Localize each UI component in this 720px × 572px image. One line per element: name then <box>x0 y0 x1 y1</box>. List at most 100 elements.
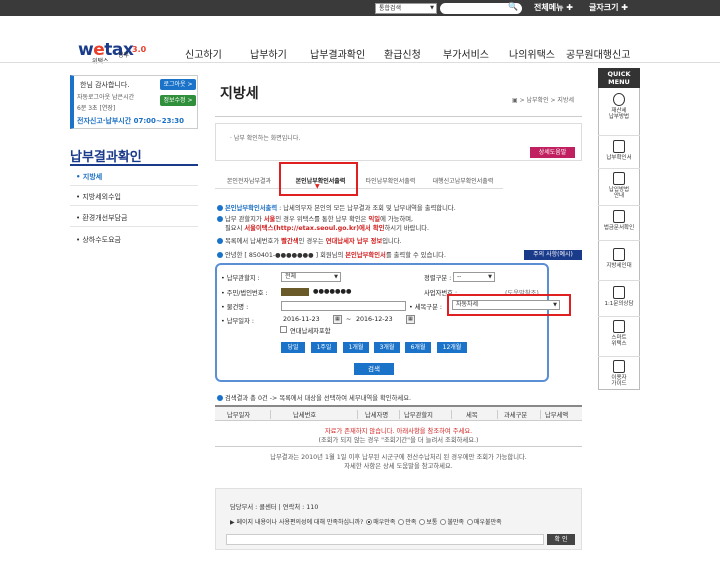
nav-result[interactable]: 납부결과확인 <box>310 46 365 61</box>
quick-item-user-guide[interactable]: 이용자 가이드 <box>598 360 640 387</box>
bullet-line-4: 안녕한 [ 850401-●●●●●●● ] 회원님의 본인납부확인서를 출력할… <box>217 250 446 259</box>
left-separator <box>70 205 198 206</box>
result-table-header: 납부일자 납세번호 납세자명 납부관할지 세목 과세구분 납부세액 <box>215 405 582 421</box>
quick-item-doc-verify[interactable]: 법금문서확인 <box>598 210 640 231</box>
quick-item-smart-wetax[interactable]: 스마트 위택스 <box>598 320 640 347</box>
nav-pay[interactable]: 납부하기 <box>250 46 287 61</box>
survey-question-row: ▶ 페이지 내용이나 사용편의성에 대해 만족하십니까? 매우만족 만족 보통 불만족 매… <box>230 517 502 526</box>
calendar-icon[interactable]: ▦ <box>333 315 342 324</box>
radio-very-satisfied[interactable] <box>366 519 373 525</box>
jurisdiction-select[interactable]: 전체 <box>281 272 341 282</box>
paydate-label: • 납부일자 : <box>221 318 255 325</box>
bullet-icon <box>217 252 223 258</box>
quick-item-inquiry[interactable]: 1:1문의상담 <box>598 286 640 307</box>
radio-very-unsatisfied[interactable] <box>467 519 474 525</box>
radio-satisfied-label: 만족 <box>405 519 417 526</box>
font-size-link[interactable]: 글자크기 ✚ <box>589 2 628 13</box>
nav-extra[interactable]: 부가서비스 <box>443 46 489 61</box>
search-icon[interactable]: 🔍 <box>508 2 518 11</box>
bullet-3-part-e: 입니다. <box>382 238 402 245</box>
quick-item-label: 이용자 가이드 <box>611 375 627 387</box>
sort-select[interactable]: -- <box>453 272 495 282</box>
quick-item-payment-cert[interactable]: 납부확인서 <box>598 140 640 161</box>
search-button[interactable]: 검색 <box>354 363 394 375</box>
quick-separator <box>598 280 640 281</box>
period-1month-button[interactable]: 1개월 <box>343 342 369 353</box>
result-divider <box>215 446 582 447</box>
quick-separator <box>598 240 640 241</box>
date-to-input[interactable]: 2016-12-23 <box>356 316 393 323</box>
logout-timer-label: 자동로그아웃 남은시간 <box>77 94 135 101</box>
nav-refund[interactable]: 환급신청 <box>384 46 421 61</box>
radio-satisfied[interactable] <box>398 519 405 525</box>
bullet-4-part-a: 안녕한 [ 850401-●●●●●●● ] 회원님의 <box>225 252 346 259</box>
logo-w: w <box>78 40 94 60</box>
radio-unsatisfied-label: 불만족 <box>447 519 465 526</box>
quick-item-property-tax[interactable]: 재산세 납부방법 <box>598 93 640 120</box>
quick-item-local-tax-book[interactable]: 지방세인대 <box>598 248 640 269</box>
bullet-2-part-c: 인 경우 위택스를 통한 납부 확인은 <box>275 216 369 223</box>
bullet-3-part-c: 인 경우는 <box>298 238 326 245</box>
bullet-2b-part-a: 필요시 <box>225 225 245 232</box>
bullet-icon <box>217 395 223 401</box>
tab-other-certificate[interactable]: 타인납부확인서출력 <box>358 174 423 189</box>
login-box: 한님 감사합니다. 자동로그아웃 남은시간 6분 3초 [연장] 전자신고·납부… <box>70 75 198 129</box>
nav-divider <box>0 62 720 63</box>
tab-agent-certificate[interactable]: 대행신고납부확인서출력 <box>423 174 503 189</box>
period-1week-button[interactable]: 1주일 <box>311 342 337 353</box>
guide-icon <box>613 172 625 185</box>
left-item-environment[interactable]: • 환경개선부담금 <box>76 213 127 223</box>
bullet-line-3: 목록에서 납세번호가 빨간색인 경우는 연대납세자 납부 정보입니다. <box>217 236 402 245</box>
logout-button[interactable]: 로그아웃 > <box>160 79 196 90</box>
period-today-button[interactable]: 당일 <box>281 342 305 353</box>
bullet-2b-link[interactable]: 서울이택스(http://etax.seoul.go.kr)에서 확인 <box>244 225 384 232</box>
nav-official[interactable]: 공무원대행신고 <box>566 46 630 61</box>
col-paydate: 납부일자 <box>227 412 251 419</box>
left-item-nontax[interactable]: • 지방세외수입 <box>76 192 121 202</box>
date-tilde: ~ <box>346 316 352 323</box>
notice-button[interactable]: 주의 사항(예시) <box>524 250 582 260</box>
survey-question: ▶ 페이지 내용이나 사용편의성에 대해 만족하십니까? <box>230 519 364 526</box>
item-input[interactable] <box>281 301 406 311</box>
bullet-4-cert: 본인납부확인서 <box>345 252 386 259</box>
all-menu-link[interactable]: 전체메뉴 ✚ <box>534 2 573 13</box>
radio-neutral[interactable] <box>419 519 426 525</box>
survey-comment-input[interactable] <box>226 534 544 545</box>
jurisdiction-label: • 납부관할지 : <box>221 275 260 282</box>
breadcrumb: ▣ > 납부확인 > 지방세 <box>512 97 574 104</box>
info-edit-button[interactable]: 정보수정 > <box>160 95 196 106</box>
bullet-line-2: 납부 관할지가 서울인 경우 위택스를 통한 납부 확인은 익일에 가능하며, <box>217 214 413 223</box>
quick-item-label: 지방세인대 <box>606 263 632 269</box>
help-button[interactable]: 상세도움말 <box>530 147 575 158</box>
col-taxpayer: 납세자명 <box>365 412 389 419</box>
active-tab-highlight <box>279 162 358 196</box>
bullet-icon <box>217 216 223 222</box>
id-value: ●●●●●●● <box>313 288 352 295</box>
bullet-2-part-e: 에 가능하며, <box>380 216 414 223</box>
left-item-local-tax[interactable]: • 지방세 <box>76 172 102 182</box>
col-amount: 납부세액 <box>545 412 569 419</box>
survey-dept: 담당부서 : 콜센터 | 연락처 : 110 <box>230 504 319 511</box>
bullet-1-text: : 납세의무자 본인의 모든 납부결과 조회 및 납부내역을 출력합니다. <box>277 205 456 212</box>
period-6month-button[interactable]: 6개월 <box>405 342 431 353</box>
date-from-input[interactable]: 2016-11-23 <box>283 316 320 323</box>
nav-file[interactable]: 신고하기 <box>185 46 222 61</box>
joint-checkbox[interactable] <box>280 326 287 333</box>
radio-unsatisfied[interactable] <box>440 519 447 525</box>
search-input[interactable]: 🔍 <box>440 2 522 14</box>
col-separator <box>270 410 271 419</box>
quick-item-label: 법금문서확인 <box>603 225 635 231</box>
nav-my[interactable]: 나의위택스 <box>509 46 555 61</box>
left-menu-title: 납부결과확인 <box>70 150 142 165</box>
period-3month-button[interactable]: 3개월 <box>374 342 400 353</box>
period-12month-button[interactable]: 12개월 <box>437 342 467 353</box>
top-utility-bar: 통합검색 🔍 전체메뉴 ✚ 글자크기 ✚ <box>0 0 720 16</box>
tab-my-e-payment[interactable]: 본인전자납부결과 <box>215 174 283 189</box>
quick-item-payment-guide[interactable]: 납입방법 안내 <box>598 172 640 199</box>
left-item-water[interactable]: • 상하수도요금 <box>76 235 121 245</box>
search-scope-select[interactable]: 통합검색 <box>375 3 437 14</box>
logout-timer[interactable]: 6분 3초 [연장] <box>77 103 115 112</box>
calendar-icon[interactable]: ▦ <box>406 315 415 324</box>
empty-hint: (조회가 되지 않는 경우 "조회기간"을 더 늘려서 조회하세요.) <box>318 437 479 444</box>
survey-submit-button[interactable]: 확 인 <box>547 534 575 545</box>
